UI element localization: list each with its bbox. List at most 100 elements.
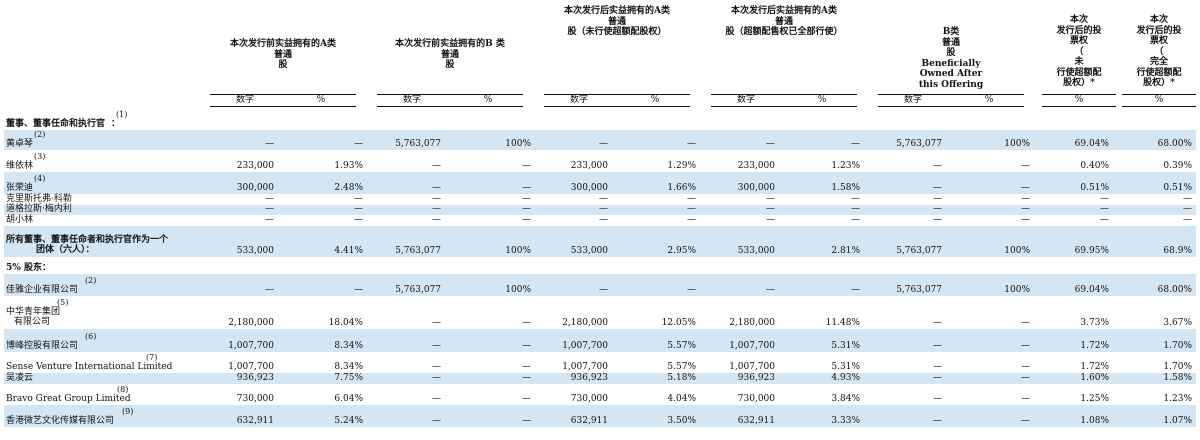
footnote-marker: (3) bbox=[34, 152, 46, 161]
row-label-text: 佳雅企业有限公司 bbox=[6, 285, 79, 295]
table-row: 博峰控股有限公司 (6) 1,007,700 8.34% — — 1,007,700 5.57… bbox=[4, 329, 1196, 352]
table-cell: 11.48% bbox=[825, 318, 860, 328]
table-cell: — bbox=[522, 318, 531, 328]
row-label: 吴凌云 bbox=[6, 373, 33, 383]
table-cell: — bbox=[1100, 215, 1109, 225]
table-cell: — bbox=[432, 215, 441, 225]
footnote-marker: (9) bbox=[122, 407, 134, 416]
table-cell: 0.39% bbox=[1163, 161, 1192, 171]
table-cell: 1,007,700 bbox=[228, 341, 274, 351]
table-cell: 5,763,077 bbox=[896, 246, 942, 256]
row-label-text: 维依林 bbox=[6, 161, 34, 171]
row-label: 张荣迪 bbox=[6, 183, 33, 193]
table-cell: 4.41% bbox=[334, 246, 363, 256]
table-cell: — bbox=[766, 285, 775, 295]
table-cell: — bbox=[265, 285, 274, 295]
table-cell: 1.70% bbox=[1163, 362, 1192, 372]
table-cell: — bbox=[354, 204, 363, 214]
table-cell: — bbox=[851, 194, 860, 204]
table-row: 张荣迪 (4) 300,000 2.48% — — 300,000 1.66% 300,000 1… bbox=[4, 172, 1196, 194]
table-cell: 68.00% bbox=[1157, 285, 1192, 295]
table-cell: — bbox=[522, 194, 531, 204]
table-row: 香港微艺文化传媒有限公司 (9) 632,911 5.24% — — 632,911 3.50… bbox=[4, 405, 1196, 427]
table-cell: 1.25% bbox=[1080, 394, 1109, 404]
subheader-pct-pre-a: % bbox=[316, 95, 326, 105]
table-cell: 100% bbox=[505, 139, 531, 149]
row-label: Sense Venture International Limited bbox=[6, 362, 172, 372]
table-cell: 533,000 bbox=[737, 246, 775, 256]
table-cell: 632,911 bbox=[236, 416, 274, 426]
table-cell: 936,923 bbox=[570, 373, 608, 383]
table-cell: 12.05% bbox=[661, 318, 696, 328]
table-row: 黄卓琴 (2) — — 5,763,077 100% — — — — 5,763,077 100% 69… bbox=[4, 130, 1196, 150]
table-cell: 2.48% bbox=[334, 183, 363, 193]
table-cell: — bbox=[1021, 341, 1030, 351]
table-cell: 300,000 bbox=[570, 183, 608, 193]
header-post-offering-class-b: B类 普通股 Beneficially Owned After this Offeri… bbox=[918, 27, 984, 90]
table-row: Sense Venture International Limited (7) 1,… bbox=[4, 352, 1196, 373]
table-cell: — bbox=[1183, 194, 1192, 204]
table-row: 胡小林 — — — — — — — — — — — — bbox=[4, 215, 1196, 226]
table-cell: — bbox=[522, 215, 531, 225]
table-cell: — bbox=[933, 373, 942, 383]
table-cell: — bbox=[599, 285, 608, 295]
table-cell: 1,007,700 bbox=[729, 341, 775, 351]
table-cell: — bbox=[933, 183, 942, 193]
table-cell: — bbox=[432, 318, 441, 328]
table-cell: 5,763,077 bbox=[395, 246, 441, 256]
subheader-pct-vote-no: % bbox=[1074, 95, 1084, 105]
table-cell: 936,923 bbox=[737, 373, 775, 383]
table-cell: — bbox=[432, 194, 441, 204]
table-cell: 3.33% bbox=[831, 416, 860, 426]
table-cell: — bbox=[1100, 194, 1109, 204]
table-cell: — bbox=[599, 204, 608, 214]
table-cell: 1.72% bbox=[1080, 341, 1109, 351]
table-cell: 69.95% bbox=[1074, 246, 1109, 256]
table-cell: — bbox=[522, 373, 531, 383]
subheader-pct-vote-full: % bbox=[1154, 95, 1164, 105]
subheader-bottom-rule-post-a-no bbox=[544, 106, 690, 107]
table-row: 吴凌云 936,923 7.75% — — 936,923 5.18% 936,923 4.93… bbox=[4, 373, 1196, 384]
header-post-offering-class-a-full-overallotment: 本次发行后实益拥有的A类 普通 股（超额配售权已全部行使） bbox=[725, 6, 843, 37]
table-cell: 1,007,700 bbox=[228, 362, 274, 372]
subheader-bottom-rule-post-a-full bbox=[711, 106, 857, 107]
table-cell: — bbox=[599, 139, 608, 149]
table-cell: 730,000 bbox=[737, 394, 775, 404]
beneficial-ownership-table: 本次发行前实益拥有的A类 普通股 本次发行前实益拥有的B 类普通股 本次发行后实益… bbox=[4, 0, 1196, 440]
table-cell: 5,763,077 bbox=[395, 285, 441, 295]
table-cell: — bbox=[432, 183, 441, 193]
table-cell: 100% bbox=[1004, 246, 1030, 256]
row-label: 黄卓琴 bbox=[6, 139, 33, 149]
row-label-text: 克里斯托弗·科勒 bbox=[6, 194, 72, 204]
table-cell: 1.58% bbox=[831, 183, 860, 193]
row-label: 维依林 bbox=[6, 161, 33, 171]
table-cell: — bbox=[522, 362, 531, 372]
header-voting-power-full-overallotment: 本次 发行后的投 票权 （完全 行使超额配 股权）* bbox=[1136, 15, 1182, 88]
table-cell: 68.00% bbox=[1157, 139, 1192, 149]
table-cell: 233,000 bbox=[737, 161, 775, 171]
table-cell: — bbox=[522, 161, 531, 171]
table-cell: — bbox=[933, 318, 942, 328]
subheader-number-pre-b: 数字 bbox=[402, 95, 421, 105]
table-cell: 730,000 bbox=[570, 394, 608, 404]
row-label-text: 5% 股东： bbox=[6, 263, 51, 273]
table-cell: 68.9% bbox=[1163, 246, 1192, 256]
table-cell: — bbox=[933, 215, 942, 225]
row-label-text: 博峰控股有限公司 bbox=[6, 341, 79, 351]
table-row: Bravo Great Group Limited (8) 730,000 6.04%… bbox=[4, 384, 1196, 405]
table-cell: — bbox=[432, 416, 441, 426]
table-cell: — bbox=[432, 161, 441, 171]
subheader-bottom-rule-vote-no bbox=[1042, 106, 1116, 107]
table-cell: — bbox=[1021, 362, 1030, 372]
table-cell: — bbox=[1100, 204, 1109, 214]
table-cell: — bbox=[265, 204, 274, 214]
table-cell: — bbox=[766, 204, 775, 214]
row-label: 董事、董事任命和执行官 ： bbox=[6, 119, 120, 129]
footnote-marker: (7) bbox=[146, 353, 158, 362]
subheader-pct-post-a-full: % bbox=[817, 95, 827, 105]
row-label-text: 香港微艺文化传媒有限公司 bbox=[6, 416, 115, 426]
table-cell: 5.31% bbox=[831, 362, 860, 372]
table-cell: 7.75% bbox=[334, 373, 363, 383]
table-cell: 533,000 bbox=[236, 246, 274, 256]
row-label: 道格拉斯·梅内利 bbox=[6, 204, 72, 214]
